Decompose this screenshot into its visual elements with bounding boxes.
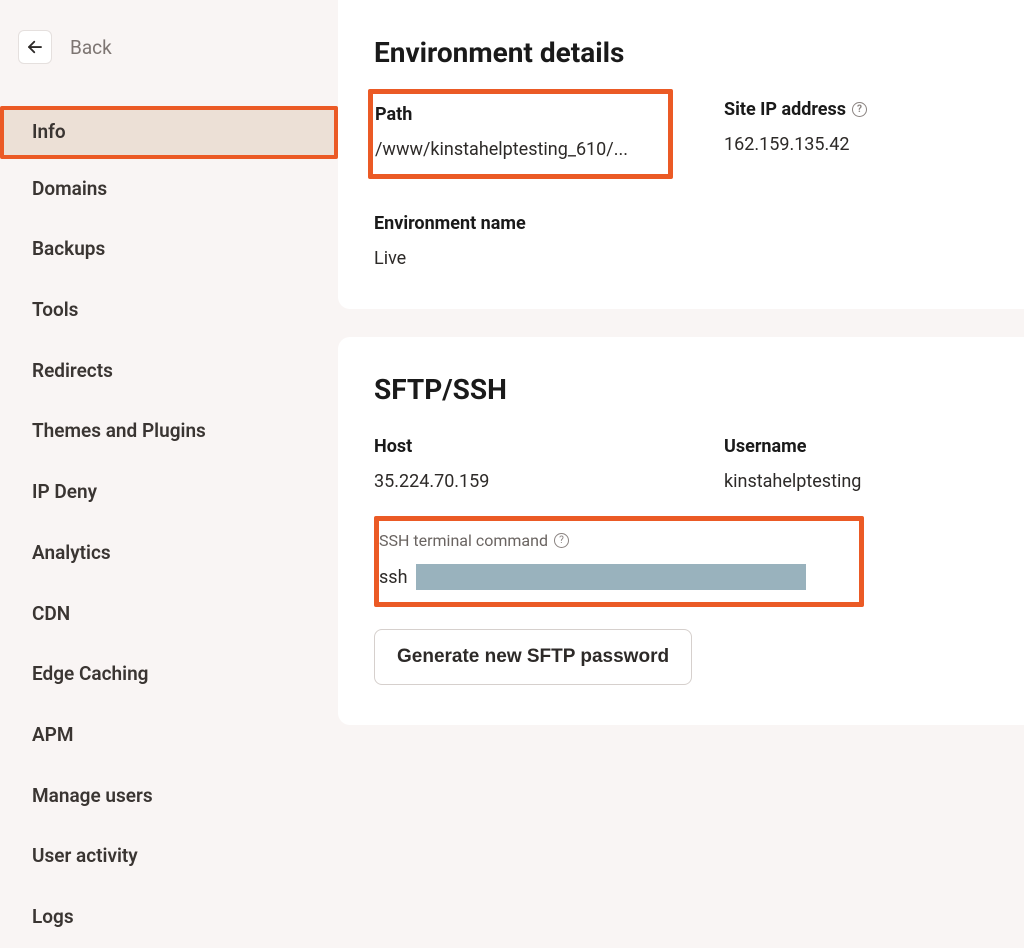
ip-field: Site IP address ? 162.159.135.42 [724, 99, 1024, 179]
username-label: Username [724, 436, 1024, 457]
sidebar-item-useractivity[interactable]: User activity [0, 826, 338, 887]
host-label: Host [374, 436, 694, 457]
sidebar-nav: Info Domains Backups Tools Redirects The… [0, 106, 338, 948]
ssh-prefix: ssh [379, 567, 408, 588]
environment-details-card: Environment details Path /www/kinstahelp… [338, 0, 1024, 309]
ip-value: 162.159.135.42 [724, 134, 1024, 155]
envname-field: Environment name Live [374, 213, 694, 269]
sidebar-item-domains[interactable]: Domains [0, 159, 338, 220]
username-field: Username kinstahelptesting [724, 436, 1024, 492]
path-highlight: Path /www/kinstahelptesting_610/... [368, 89, 673, 179]
back-button[interactable] [18, 30, 52, 64]
sidebar-item-info[interactable]: Info [0, 106, 338, 159]
generate-sftp-password-button[interactable]: Generate new SFTP password [374, 629, 692, 685]
ssh-cmd-label: SSH terminal command [379, 531, 548, 550]
environment-heading: Environment details [374, 36, 1024, 69]
path-value: /www/kinstahelptesting_610/... [375, 139, 628, 160]
sidebar-item-backups[interactable]: Backups [0, 219, 338, 280]
sftp-heading: SFTP/SSH [374, 373, 1024, 406]
ssh-command-highlight: SSH terminal command ? ssh [374, 516, 864, 607]
username-value: kinstahelptesting [724, 471, 1024, 492]
back-label: Back [70, 36, 112, 59]
sidebar: Back Info Domains Backups Tools Redirect… [0, 0, 338, 948]
ssh-redacted [416, 564, 806, 590]
help-icon[interactable]: ? [554, 533, 569, 548]
host-field: Host 35.224.70.159 [374, 436, 694, 492]
sidebar-item-cdn[interactable]: CDN [0, 584, 338, 645]
host-value: 35.224.70.159 [374, 471, 694, 492]
help-icon[interactable]: ? [852, 102, 867, 117]
sidebar-item-logs[interactable]: Logs [0, 887, 338, 948]
sidebar-item-tools[interactable]: Tools [0, 280, 338, 341]
envname-value: Live [374, 248, 694, 269]
main: Environment details Path /www/kinstahelp… [338, 0, 1024, 948]
path-label: Path [375, 104, 628, 125]
sidebar-item-edgecaching[interactable]: Edge Caching [0, 644, 338, 705]
sidebar-item-analytics[interactable]: Analytics [0, 523, 338, 584]
sidebar-item-ipdeny[interactable]: IP Deny [0, 462, 338, 523]
envname-label: Environment name [374, 213, 694, 234]
sidebar-item-apm[interactable]: APM [0, 705, 338, 766]
ip-label: Site IP address [724, 99, 846, 120]
sftp-ssh-card: SFTP/SSH Host 35.224.70.159 Username kin… [338, 337, 1024, 725]
ssh-command: ssh [379, 564, 839, 590]
arrow-left-icon [26, 38, 44, 56]
back-row: Back [0, 30, 338, 64]
sidebar-item-manageusers[interactable]: Manage users [0, 766, 338, 827]
sidebar-item-redirects[interactable]: Redirects [0, 341, 338, 402]
sidebar-item-themes[interactable]: Themes and Plugins [0, 401, 338, 462]
